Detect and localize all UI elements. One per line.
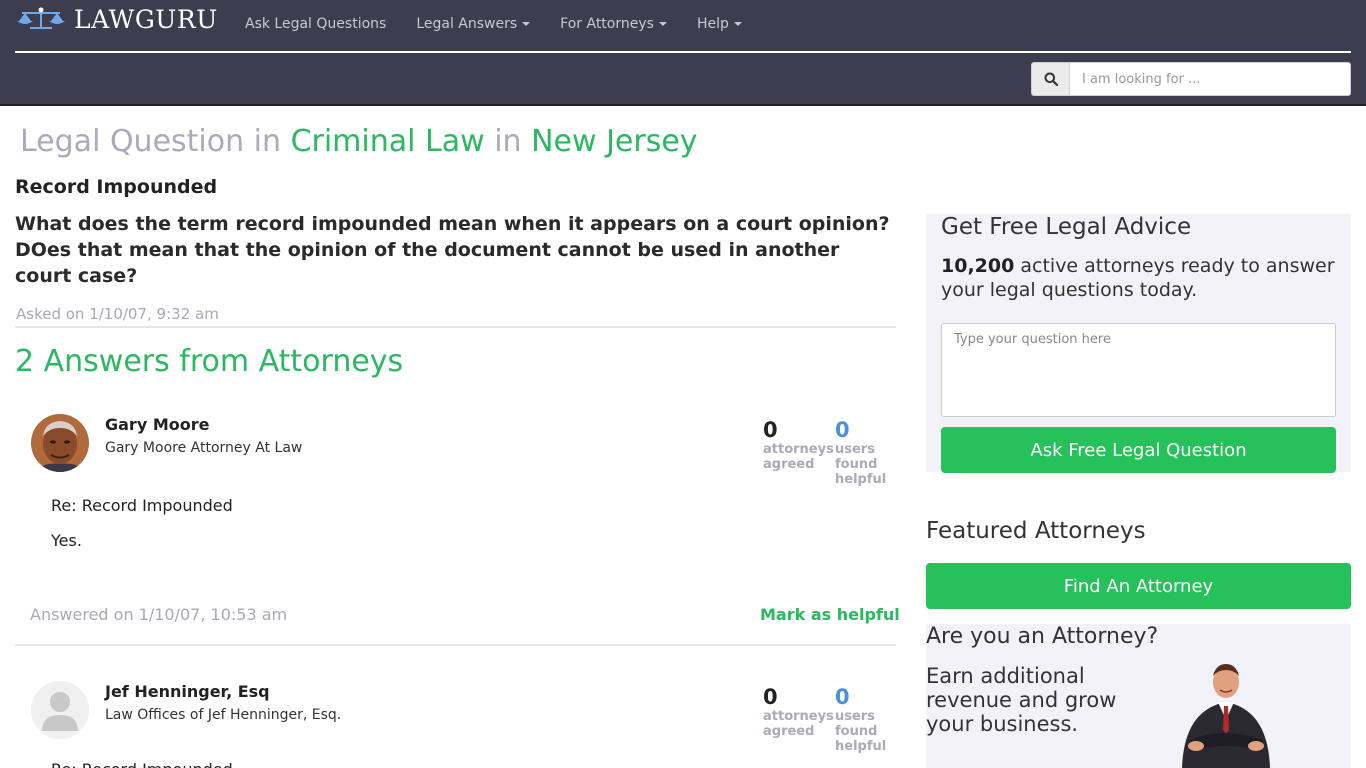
divider bbox=[15, 326, 896, 328]
featured-attorneys-title: Featured Attorneys bbox=[926, 518, 1146, 544]
nav-ask-legal-questions[interactable]: Ask Legal Questions bbox=[245, 16, 386, 32]
helpful-label: users found helpful bbox=[835, 442, 887, 487]
agreed-count: 0 bbox=[763, 685, 778, 709]
nav-divider bbox=[15, 51, 1351, 53]
avatar[interactable] bbox=[31, 414, 89, 472]
agreed-label: attorneys agreed bbox=[763, 709, 834, 739]
asked-date: Asked on 1/10/07, 9:32 am bbox=[16, 305, 219, 323]
attorney-promo-image bbox=[1182, 664, 1270, 768]
attorney-firm: Law Offices of Jef Henninger, Esq. bbox=[105, 707, 342, 723]
question-body: What does the term record impounded mean… bbox=[15, 213, 890, 287]
answer-subject: Re: Record Impounded bbox=[51, 496, 233, 515]
search-button[interactable] bbox=[1031, 62, 1070, 96]
ask-question-button[interactable]: Ask Free Legal Question bbox=[941, 427, 1336, 473]
title-prefix: Legal Question in bbox=[20, 124, 282, 159]
helpful-count: 0 bbox=[835, 418, 850, 442]
scales-logo-icon bbox=[17, 7, 65, 29]
agreed-label: attorneys agreed bbox=[763, 442, 834, 472]
mark-helpful-link[interactable]: Mark as helpful bbox=[760, 605, 900, 624]
helpful-label: users found helpful bbox=[835, 709, 887, 754]
page-title: Legal Question in Criminal Law in New Je… bbox=[20, 124, 698, 159]
caret-down-icon bbox=[522, 22, 531, 26]
nav-label: Help bbox=[696, 16, 729, 32]
attorney-promo-text: Earn additional revenue and grow your bu… bbox=[926, 664, 1117, 736]
nav-legal-answers[interactable]: Legal Answers bbox=[416, 16, 531, 32]
main-nav: Ask Legal Questions Legal Answers For At… bbox=[245, 16, 742, 32]
divider bbox=[15, 644, 896, 646]
caret-down-icon bbox=[733, 22, 742, 26]
helpful-count: 0 bbox=[835, 685, 850, 709]
attorney-photo bbox=[31, 414, 89, 472]
attorney-name[interactable]: Gary Moore bbox=[105, 415, 209, 434]
logo[interactable]: LAWGURU bbox=[16, 4, 218, 34]
advice-text: 10,200 active attorneys ready to answer … bbox=[941, 254, 1341, 302]
search-icon bbox=[1044, 72, 1058, 86]
attorney-promo-title: Are you an Attorney? bbox=[926, 624, 1159, 649]
nav-label: For Attorneys bbox=[560, 16, 654, 32]
attorney-count: 10,200 bbox=[941, 255, 1015, 277]
nav-label: Ask Legal Questions bbox=[245, 16, 387, 32]
state-link[interactable]: New Jersey bbox=[531, 124, 697, 159]
title-mid: in bbox=[494, 124, 522, 159]
answer-text: Yes. bbox=[51, 531, 82, 550]
nav-for-attorneys[interactable]: For Attorneys bbox=[560, 16, 667, 32]
search-bar bbox=[1031, 62, 1351, 96]
find-attorney-button[interactable]: Find An Attorney bbox=[926, 563, 1351, 609]
attorney-promo: Are you an Attorney? Earn additional rev… bbox=[926, 624, 1351, 768]
question-title: Record Impounded bbox=[15, 176, 218, 198]
attorney-name[interactable]: Jef Henninger, Esq bbox=[105, 682, 270, 701]
attorney-firm: Gary Moore Attorney At Law bbox=[105, 440, 303, 456]
avatar[interactable] bbox=[31, 681, 89, 739]
search-input[interactable] bbox=[1070, 62, 1351, 96]
nav-help[interactable]: Help bbox=[697, 16, 742, 32]
answer-subject: Re: Record Impounded bbox=[51, 760, 233, 768]
answers-heading: 2 Answers from Attorneys bbox=[15, 344, 404, 379]
nav-label: Legal Answers bbox=[416, 16, 518, 32]
top-navbar: LAWGURU Ask Legal Questions Legal Answer… bbox=[0, 0, 1366, 106]
free-advice-panel: Get Free Legal Advice 10,200 active atto… bbox=[926, 214, 1351, 473]
question-textarea[interactable] bbox=[941, 323, 1336, 417]
default-avatar-icon bbox=[31, 681, 89, 739]
category-link[interactable]: Criminal Law bbox=[291, 124, 485, 159]
advice-title: Get Free Legal Advice bbox=[941, 214, 1192, 240]
caret-down-icon bbox=[658, 22, 667, 26]
logo-text: LAWGURU bbox=[74, 4, 218, 34]
agreed-count: 0 bbox=[763, 418, 778, 442]
answered-date: Answered on 1/10/07, 10:53 am bbox=[30, 605, 288, 624]
